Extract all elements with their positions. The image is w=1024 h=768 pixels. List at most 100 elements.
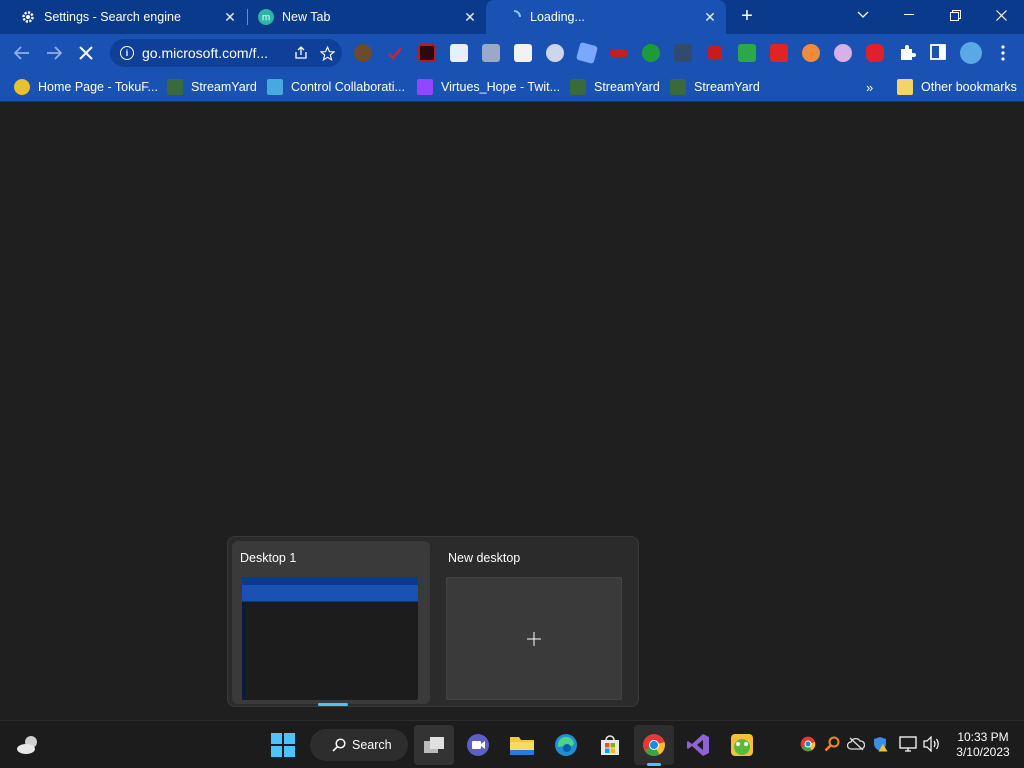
tab-title: New Tab [282,10,331,24]
desktop-label: Desktop 1 [240,551,297,565]
weather-widget-icon[interactable] [12,729,44,761]
restore-button[interactable] [932,0,978,30]
bookmark-item[interactable]: Virtues_Hope - Twit... [417,77,560,97]
visual-studio-icon[interactable] [682,729,714,761]
bookmark-label: StreamYard [694,80,760,94]
back-button[interactable] [10,41,34,65]
file-explorer-icon[interactable] [506,729,538,761]
edge-browser-icon[interactable] [550,729,582,761]
forward-button[interactable] [42,41,66,65]
bookmark-item[interactable]: StreamYard [570,77,660,97]
new-desktop-card[interactable]: New desktop [440,541,638,704]
extension-grid-icon[interactable] [514,44,532,62]
info-icon[interactable]: i [120,46,134,60]
extension-red-bar-icon[interactable] [610,49,628,57]
browser-toolbar: i go.microsoft.com/f... [0,34,1024,72]
minimize-button[interactable] [886,0,932,30]
bookmark-label: StreamYard [191,80,257,94]
taskbar-search[interactable]: Search [310,729,408,761]
extension-k-icon[interactable] [354,44,372,62]
streamyard-icon [167,79,183,95]
onedrive-offline-icon[interactable] [847,735,865,753]
desktop-thumbnail[interactable] [242,577,418,700]
desktop-1-card[interactable]: Desktop 1 [232,541,430,706]
bookmark-star-icon[interactable] [312,45,342,61]
extension-check-icon[interactable] [386,44,404,62]
microsoft-store-icon[interactable] [594,729,626,761]
side-panel-icon[interactable] [930,44,948,62]
extension-red-camera-icon[interactable] [418,44,436,62]
bookmark-item[interactable]: StreamYard [167,77,257,97]
close-tab-icon[interactable]: ✕ [462,9,478,25]
tray-chrome-icon[interactable] [799,735,817,753]
svg-text:m: m [262,13,270,24]
tokufan-icon [14,79,30,95]
extension-red-icon[interactable] [770,44,788,62]
tab-title: Loading... [530,10,585,24]
extension-pen-icon[interactable] [674,44,692,62]
active-desktop-indicator [318,703,348,706]
tab-search-button[interactable] [840,0,886,30]
address-url[interactable]: go.microsoft.com/f... [142,45,290,61]
extension-download-icon[interactable] [546,44,564,62]
bookmark-label: Control Collaborati... [291,80,405,94]
extension-rs-icon[interactable] [642,44,660,62]
start-button[interactable] [267,729,299,761]
bookmark-item[interactable]: Home Page - TokuF... [14,77,158,97]
tab-title: Settings - Search engine [44,10,181,24]
close-window-button[interactable] [978,0,1024,30]
chrome-taskbar-button[interactable] [634,725,674,765]
close-icon [79,46,93,60]
extension-red-square-icon[interactable] [708,46,722,60]
task-view-button[interactable] [414,725,454,765]
back-arrow-icon [14,46,29,60]
extension-character-icon[interactable] [834,44,852,62]
other-bookmarks-label: Other bookmarks [921,80,1017,94]
close-tab-icon[interactable]: ✕ [702,9,718,25]
add-desktop-button[interactable] [446,577,622,700]
more-bookmarks-button[interactable]: » [866,77,873,97]
other-bookmarks-folder[interactable]: Other bookmarks [897,77,1017,97]
extension-dollar-icon[interactable] [738,44,756,62]
teams-chat-icon[interactable] [462,729,494,761]
security-warning-icon[interactable] [871,735,889,753]
new-tab-button[interactable]: + [736,6,758,28]
stop-loading-button[interactable] [74,41,98,65]
clock-date: 3/10/2023 [956,745,1010,759]
task-view-panel: Desktop 1 New desktop [227,536,639,707]
extension-id-icon[interactable] [482,44,500,62]
chrome-icon [643,734,665,756]
clock[interactable]: 10:33 PM 3/10/2023 [950,730,1016,760]
chrome-running-indicator [647,763,661,766]
bookmarks-bar: Home Page - TokuF... StreamYard Control … [0,72,1024,102]
frog-app-icon[interactable] [726,729,758,761]
extension-blue-square-icon[interactable] [575,41,599,65]
bookmark-label: Home Page - TokuF... [38,80,158,94]
volume-icon[interactable] [923,735,941,753]
profile-avatar[interactable] [960,42,982,64]
bookmark-item[interactable]: Control Collaborati... [267,77,405,97]
menu-kebab-icon[interactable] [994,44,1012,62]
tab-loading[interactable]: Loading... ✕ [486,0,726,34]
extension-orange-badge-icon[interactable] [802,44,820,62]
tray-magnifier-icon[interactable] [823,735,841,753]
streamyard-icon [570,79,586,95]
share-icon[interactable] [290,46,312,60]
streamyard-icon [670,79,686,95]
bookmark-item[interactable]: StreamYard [670,77,760,97]
network-icon[interactable] [899,735,917,753]
close-tab-icon[interactable]: ✕ [222,9,238,25]
extension-roblox-icon[interactable] [450,44,468,62]
chevron-down-icon [857,11,869,18]
address-bar[interactable]: i go.microsoft.com/f... [110,39,342,67]
close-icon [995,9,1007,21]
extension-youtube-icon[interactable] [866,44,884,62]
monitor-icon [267,79,283,95]
clock-time: 10:33 PM [957,730,1009,744]
extensions-puzzle-icon[interactable] [898,44,916,62]
folder-icon [897,79,913,95]
tab-settings[interactable]: Settings - Search engine ✕ [0,0,246,34]
tab-strip: Settings - Search engine ✕ m New Tab ✕ L… [0,0,1024,34]
taskbar: Search 10:33 PM 3/10/2023 [0,720,1024,768]
tab-new-tab[interactable]: m New Tab ✕ [238,0,486,34]
